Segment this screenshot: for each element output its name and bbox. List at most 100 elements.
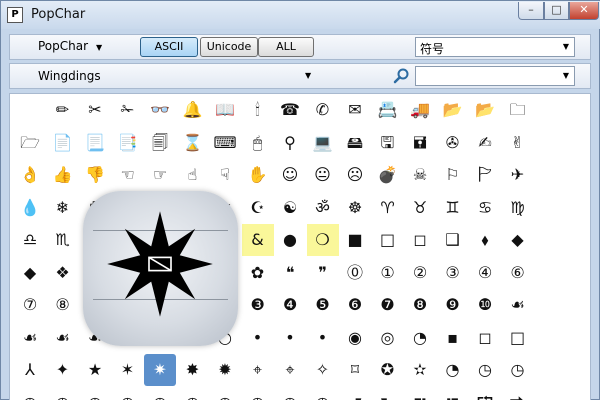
glyph-cell[interactable]: ⮒ — [404, 387, 436, 400]
glyph-cell[interactable]: ◎ — [372, 322, 404, 354]
glyph-cell[interactable]: 🗁 — [14, 127, 46, 159]
glyph-cell[interactable]: • — [307, 322, 339, 354]
glyph-cell[interactable]: 📃 — [79, 127, 111, 159]
glyph-cell[interactable]: ☙ — [502, 289, 534, 321]
search-input[interactable]: ▼ — [415, 66, 575, 86]
glyph-cell[interactable]: ✏ — [47, 94, 79, 126]
glyph-cell[interactable]: ◻ — [469, 322, 501, 354]
glyph-cell[interactable]: □ — [502, 322, 534, 354]
glyph-cell[interactable]: ♈ — [372, 192, 404, 224]
glyph-cell[interactable]: ❻ — [339, 289, 371, 321]
glyph-cell[interactable]: ॐ — [307, 192, 339, 224]
glyph-cell[interactable]: & — [241, 224, 274, 256]
glyph-cell[interactable]: ❄ — [47, 192, 79, 224]
glyph-cell[interactable]: 💻 — [307, 127, 339, 159]
glyph-cell[interactable]: ⌑ — [339, 354, 371, 386]
glyph-cell[interactable]: ☙ — [47, 322, 79, 354]
glyph-cell[interactable]: 🗀 — [502, 94, 534, 126]
glyph-cell[interactable]: ◷ — [502, 354, 534, 386]
glyph-cell[interactable]: ✶ — [112, 354, 144, 386]
glyph-cell[interactable]: ① — [372, 257, 404, 289]
glyph-cell[interactable]: ◷ — [469, 354, 501, 386]
glyph-cell[interactable]: ⌖ — [274, 354, 306, 386]
glyph-cell[interactable]: ✌ — [502, 127, 534, 159]
glyph-cell[interactable]: ❺ — [307, 289, 339, 321]
glyph-cell[interactable]: ❾ — [437, 289, 469, 321]
ascii-button[interactable]: ASCII — [140, 37, 198, 57]
glyph-cell[interactable]: ⚐ — [437, 159, 469, 191]
glyph-cell[interactable]: 👎 — [79, 159, 111, 191]
glyph-cell[interactable]: ☸ — [339, 192, 371, 224]
glyph-cell[interactable]: ♉ — [404, 192, 436, 224]
glyph-cell[interactable]: ◔ — [437, 354, 469, 386]
glyph-cell[interactable]: ◷ — [209, 387, 241, 400]
glyph-cell[interactable]: 😐 — [307, 159, 339, 191]
glyph-cell[interactable]: ④ — [469, 257, 501, 289]
glyph-cell[interactable]: ✉ — [339, 94, 371, 126]
glyph-cell[interactable]: ● — [274, 224, 306, 256]
glyph-cell[interactable]: ✂ — [79, 94, 111, 126]
glyph-cell[interactable]: ☟ — [209, 159, 241, 191]
glyph-cell[interactable]: ⌨ — [209, 127, 241, 159]
glyph-cell[interactable]: ③ — [437, 257, 469, 289]
glyph-cell[interactable]: ⮔ — [469, 387, 501, 400]
glyph-cell[interactable]: ☞ — [144, 159, 176, 191]
glyph-cell[interactable]: ⮑ — [372, 387, 404, 400]
glyph-cell[interactable]: ✋ — [242, 159, 274, 191]
glyph-cell[interactable] — [14, 94, 46, 126]
glyph-cell[interactable]: ⌖ — [242, 354, 274, 386]
glyph-cell[interactable]: ❽ — [404, 289, 436, 321]
glyph-cell[interactable]: 💣 — [372, 159, 404, 191]
glyph-cell[interactable]: ✿ — [242, 257, 274, 289]
title-bar[interactable]: P PopChar – □ ✕ — [1, 1, 600, 29]
chevron-down-icon[interactable]: ▼ — [305, 71, 311, 80]
glyph-cell[interactable]: ❍ — [306, 224, 339, 256]
glyph-cell[interactable]: ◷ — [177, 387, 209, 400]
glyph-cell[interactable]: 🖱 — [242, 127, 274, 159]
glyph-cell[interactable]: ✸ — [177, 354, 209, 386]
glyph-cell[interactable]: ◉ — [339, 322, 371, 354]
glyph-cell[interactable]: ◷ — [47, 387, 79, 400]
glyph-cell[interactable]: ☜ — [112, 159, 144, 191]
maximize-button[interactable]: □ — [544, 2, 569, 20]
glyph-cell[interactable]: ✁ — [112, 94, 144, 126]
glyph-cell[interactable]: ❝ — [274, 257, 306, 289]
glyph-cell[interactable]: • — [242, 322, 274, 354]
glyph-cell[interactable]: 🖬 — [404, 127, 436, 159]
glyph-cell[interactable]: ◷ — [307, 387, 339, 400]
glyph-cell[interactable]: 📂 — [469, 94, 501, 126]
glyph-cell[interactable]: ♎ — [14, 224, 46, 256]
charset-dropdown[interactable]: 符号 ▼ — [415, 37, 575, 57]
glyph-cell[interactable]: ② — [404, 257, 436, 289]
glyph-cell[interactable]: ☪ — [242, 192, 274, 224]
popchar-menu[interactable]: PopChar ▼ — [38, 39, 102, 53]
glyph-cell[interactable]: ◷ — [112, 387, 144, 400]
glyph-cell[interactable]: ❖ — [47, 257, 79, 289]
glyph-cell[interactable]: ✈ — [502, 159, 534, 191]
glyph-cell[interactable]: ✫ — [404, 354, 436, 386]
glyph-cell[interactable]: 🖴 — [339, 127, 371, 159]
glyph-cell[interactable]: 🚚 — [404, 94, 436, 126]
glyph-cell[interactable]: ☠ — [404, 159, 436, 191]
glyph-cell[interactable]: ⓪ — [339, 257, 371, 289]
glyph-cell[interactable]: ♏ — [47, 224, 79, 256]
glyph-cell[interactable]: 👓 — [144, 94, 176, 126]
glyph-cell[interactable]: ◷ — [14, 387, 46, 400]
glyph-cell[interactable]: □ — [372, 224, 404, 256]
glyph-cell[interactable]: ⑦ — [14, 289, 46, 321]
glyph-cell[interactable]: ★ — [79, 354, 111, 386]
font-selector[interactable]: Wingdings — [38, 69, 101, 83]
glyph-cell[interactable]: ☙ — [14, 322, 46, 354]
glyph-cell[interactable]: ✦ — [47, 354, 79, 386]
glyph-cell[interactable]: ♋ — [469, 192, 501, 224]
glyph-cell[interactable]: ❿ — [469, 289, 501, 321]
glyph-cell[interactable]: ✆ — [307, 94, 339, 126]
glyph-cell[interactable]: 📂 — [437, 94, 469, 126]
glyph-cell[interactable]: ▪ — [437, 322, 469, 354]
glyph-cell[interactable]: ✷ — [144, 354, 176, 386]
glyph-cell[interactable]: 📄 — [47, 127, 79, 159]
glyph-cell[interactable]: ❞ — [307, 257, 339, 289]
glyph-cell[interactable]: ☹ — [339, 159, 371, 191]
glyph-cell[interactable]: 🗐 — [144, 127, 176, 159]
glyph-cell[interactable]: ◷ — [242, 387, 274, 400]
